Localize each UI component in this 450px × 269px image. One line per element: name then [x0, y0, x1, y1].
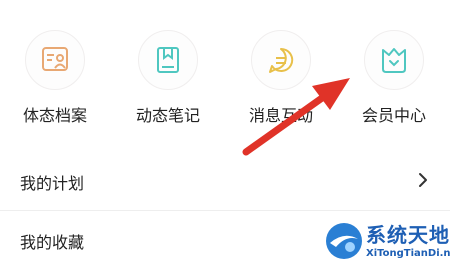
profile-card-icon — [25, 30, 85, 90]
my-plan-label: 我的计划 — [20, 174, 85, 193]
watermark-logo-icon — [326, 223, 362, 259]
dynamic-notes-label: 动态笔记 — [135, 106, 200, 125]
watermark-url: XiTongTianDi.net — [366, 248, 450, 259]
list-item-my-plan[interactable]: 我的计划 — [0, 152, 450, 210]
watermark: 系统天地 XiTongTianDi.net — [322, 217, 450, 269]
profile-archive-label: 体态档案 — [22, 106, 87, 125]
watermark-title: 系统天地 — [366, 223, 450, 247]
quick-entry-row: 体态档案 动态笔记 消息互动 会员中心 — [0, 0, 450, 140]
member-center-entry[interactable]: 会员中心 — [339, 0, 449, 140]
bookmark-book-icon — [138, 30, 198, 90]
messages-entry[interactable]: 消息互动 — [226, 0, 336, 140]
chevron-right-icon — [419, 173, 427, 187]
member-center-label: 会员中心 — [361, 106, 426, 125]
messages-label: 消息互动 — [248, 106, 313, 125]
chat-bubble-icon — [251, 30, 311, 90]
dynamic-notes-entry[interactable]: 动态笔记 — [113, 0, 223, 140]
profile-archive-entry[interactable]: 体态档案 — [0, 0, 110, 140]
my-favorites-label: 我的收藏 — [20, 233, 85, 252]
crown-shield-icon — [364, 30, 424, 90]
